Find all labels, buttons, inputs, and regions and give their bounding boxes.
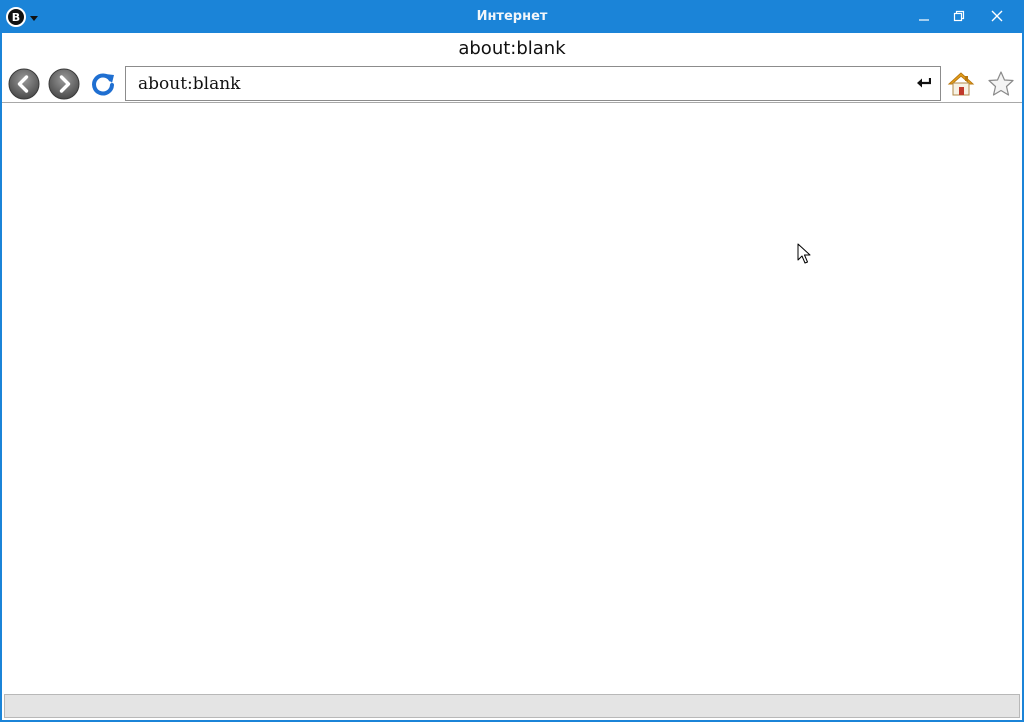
minimize-icon <box>919 19 929 21</box>
minimize-button[interactable] <box>911 4 937 28</box>
page-title: about:blank <box>2 33 1022 65</box>
url-input[interactable] <box>126 67 906 100</box>
page-content[interactable] <box>2 103 1022 693</box>
forward-button[interactable] <box>47 67 81 101</box>
back-arrow-icon <box>8 68 40 100</box>
reload-button[interactable] <box>86 67 120 101</box>
go-button[interactable] <box>916 75 932 91</box>
star-icon <box>988 71 1014 96</box>
window-title: Интернет <box>476 9 548 24</box>
mouse-cursor-icon <box>797 243 811 264</box>
home-icon <box>947 72 975 96</box>
navigation-toolbar <box>2 65 1022 103</box>
go-enter-icon <box>917 78 931 88</box>
close-button[interactable] <box>984 4 1010 28</box>
maximize-button[interactable] <box>946 4 972 28</box>
close-icon <box>991 10 1003 22</box>
back-button[interactable] <box>7 67 41 101</box>
title-bar[interactable]: B Интернет <box>0 0 1024 33</box>
restore-icon <box>953 10 965 22</box>
address-bar[interactable] <box>125 66 941 101</box>
browser-window: B Интернет about:blank <box>0 0 1024 722</box>
forward-arrow-icon <box>48 68 80 100</box>
home-button[interactable] <box>944 67 978 101</box>
reload-icon <box>92 73 114 96</box>
bookmark-button[interactable] <box>984 67 1018 101</box>
status-bar <box>4 694 1020 718</box>
